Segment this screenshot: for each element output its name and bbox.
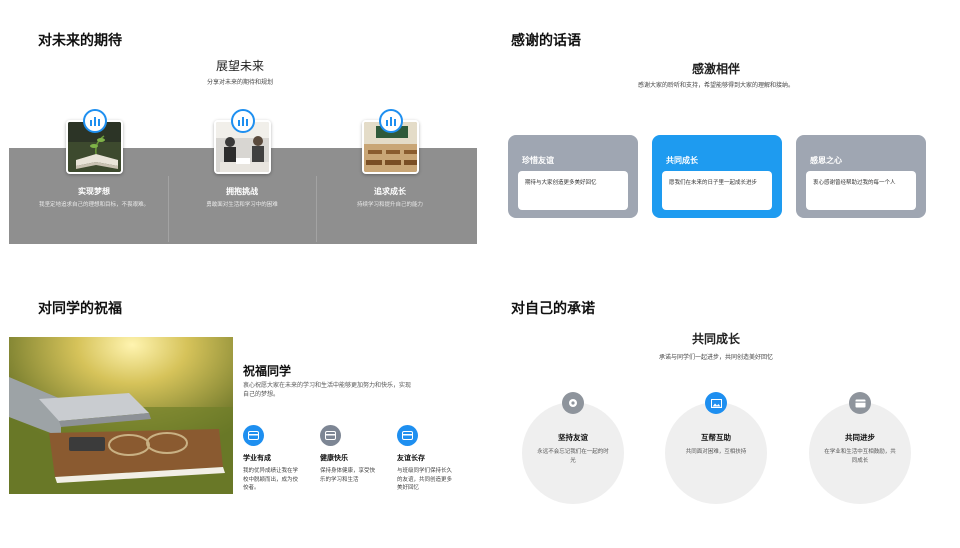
panel-promise-subtitle: 共同成长	[691, 332, 740, 346]
wish-item-label: 友谊长存	[397, 454, 425, 462]
promise-item: 共同进步 在学业和生活中互相鼓励，共同成长	[809, 392, 911, 504]
image-icon	[705, 392, 727, 414]
thanks-card-text: 衷心感谢曾经帮助过我的每一个人	[806, 171, 916, 210]
promise-item-label: 共同进步	[845, 433, 875, 442]
thanks-card-text: 期待与大家创造更多美好回忆	[518, 171, 628, 210]
wish-item-text: 我的优异成绩让我在学校中脱颖而出，成为佼佼者。	[243, 468, 299, 492]
wish-item: 健康快乐 保持身体健康，享受快乐的学习和生活	[320, 425, 380, 484]
panel-future-description: 分享对未来的期待和规划	[206, 79, 273, 86]
thanks-card-title: 感恩之心	[810, 156, 842, 165]
wishes-heading: 祝福同学	[243, 364, 292, 378]
future-item-text: 我坚定地追求自己的理想和目标，不畏艰难。	[38, 202, 149, 208]
thanks-card-title: 共同成长	[666, 156, 698, 165]
promise-item: 互帮互助 共同面对困难，互相扶持	[665, 392, 767, 504]
card-icon	[397, 425, 418, 446]
card-icon	[243, 425, 264, 446]
wish-item-text: 与班级同学们保持长久的友谊，共同创造更多美好回忆	[397, 468, 453, 492]
panel-promise-description: 承诺与同学们一起进步，共同创造美好回忆	[658, 354, 773, 361]
laptop-grass-photo	[9, 337, 233, 494]
promise-item-label: 互帮互助	[701, 433, 731, 442]
chart-icon	[231, 109, 255, 133]
wallet-icon	[849, 392, 871, 414]
future-item-text: 勇敢面对生活和学习中的困难	[206, 202, 278, 208]
promise-item-text: 永远不会忘记我们在一起的时光	[537, 449, 609, 464]
promise-item-label: 坚持友谊	[558, 433, 588, 442]
chart-icon	[83, 109, 107, 133]
future-item-label: 实现梦想	[78, 187, 110, 196]
promise-item-text: 在学业和生活中互相鼓励，共同成长	[824, 449, 896, 464]
panel-thanks-subtitle: 感激相伴	[691, 62, 740, 76]
wish-item-label: 学业有成	[243, 454, 271, 462]
thanks-card-title: 珍惜友谊	[522, 156, 554, 165]
thanks-card-active: 共同成长 愿我们在未来的日子里一起成长进步	[652, 135, 782, 218]
location-pin-icon	[562, 392, 584, 414]
future-item-text: 持续学习和提升自己的能力	[356, 202, 423, 208]
promise-item-text: 共同面对困难，互相扶持	[685, 449, 747, 455]
chart-icon	[379, 109, 403, 133]
promise-item: 坚持友谊 永远不会忘记我们在一起的时光	[522, 392, 624, 504]
panel-thanks-description: 感谢大家的聆听和支持，希望能够得到大家的理解和接纳。	[637, 82, 794, 89]
future-item-label: 拥抱挑战	[226, 187, 258, 196]
panel-future-title: 对未来的期待	[38, 33, 122, 49]
panel-thanks-title: 感谢的话语	[511, 33, 581, 49]
panel-future-subtitle: 展望未来	[215, 59, 264, 73]
thanks-card: 珍惜友谊 期待与大家创造更多美好回忆	[508, 135, 638, 218]
panel-promise-title: 对自己的承诺	[511, 301, 595, 317]
future-item-label: 追求成长	[374, 187, 406, 196]
wish-item-label: 健康快乐	[320, 454, 348, 462]
wish-item-text: 保持身体健康，享受快乐的学习和生活	[320, 468, 376, 483]
wishes-description: 衷心祝愿大家在未来的学习和生活中能够更加努力和快乐，实现自己的梦想。	[243, 382, 412, 398]
thanks-card: 感恩之心 衷心感谢曾经帮助过我的每一个人	[796, 135, 926, 218]
panel-wishes-title: 对同学的祝福	[38, 301, 122, 317]
wish-item: 友谊长存 与班级同学们保持长久的友谊，共同创造更多美好回忆	[397, 425, 457, 493]
thanks-card-text: 愿我们在未来的日子里一起成长进步	[662, 171, 772, 210]
wish-item: 学业有成 我的优异成绩让我在学校中脱颖而出，成为佼佼者。	[243, 425, 303, 493]
card-icon	[320, 425, 341, 446]
